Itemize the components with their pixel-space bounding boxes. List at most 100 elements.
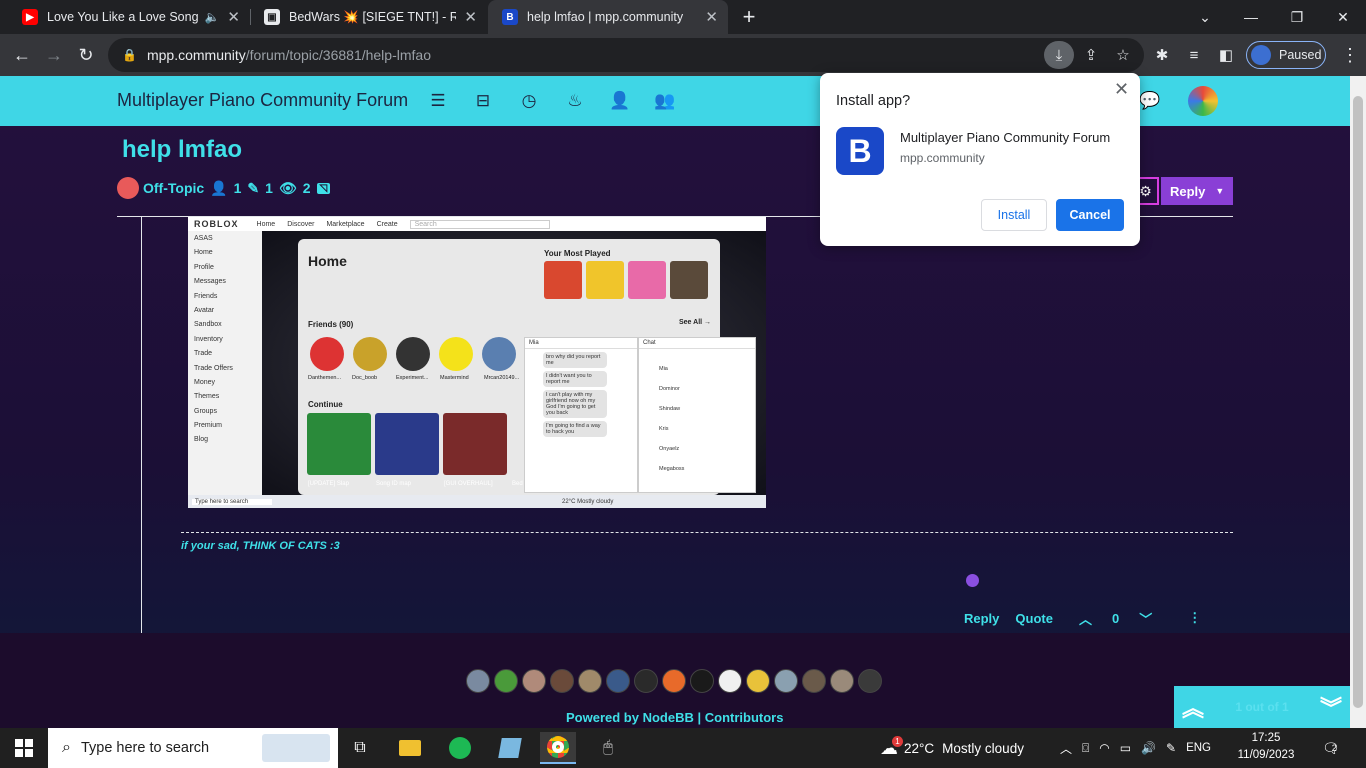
install-button[interactable]: Install — [981, 199, 1047, 231]
avatar[interactable] — [830, 669, 854, 693]
avatar[interactable] — [802, 669, 826, 693]
chat-contact: Dominor — [659, 386, 680, 392]
close-tab-icon[interactable]: ✕ — [227, 8, 240, 26]
avatar[interactable] — [578, 669, 602, 693]
downvote-icon[interactable]: ﹀ — [1139, 609, 1152, 628]
recent-clock-icon[interactable]: ◷ — [517, 89, 541, 113]
chevron-down-icon[interactable]: ⌄ — [1182, 0, 1228, 34]
avatar[interactable] — [550, 669, 574, 693]
tab-youtube[interactable]: ▶ Love You Like a Love Song (S 🔈 ✕ — [8, 0, 250, 34]
avatar[interactable] — [746, 669, 770, 693]
upvote-icon[interactable]: ︿ — [1079, 609, 1092, 628]
post-signature: if your sad, THINK OF CATS :3 — [181, 540, 340, 552]
reload-icon[interactable]: ↻ — [70, 34, 102, 76]
avatar[interactable] — [606, 669, 630, 693]
weather-widget[interactable]: ☁ 1 22°C Mostly cloudy — [880, 728, 1024, 768]
install-app-icon[interactable]: ⤓ — [1044, 41, 1074, 69]
rss-icon[interactable]: ◹ — [316, 182, 331, 194]
avatar[interactable] — [718, 669, 742, 693]
reply-label: Reply — [1170, 183, 1206, 199]
task-view-icon[interactable]: ⧉ — [342, 732, 378, 764]
meet-icon[interactable]: ⌼ — [1082, 741, 1089, 756]
media-control-icon[interactable]: ≡ — [1178, 34, 1210, 76]
post-menu-icon[interactable]: ⋮ — [1188, 610, 1201, 626]
side-panel-icon[interactable]: ◧ — [1210, 34, 1242, 76]
avatar[interactable] — [466, 669, 490, 693]
chat-bubble: I didn't want you to report me — [543, 371, 607, 387]
chevrons-up-icon[interactable]: ︽ — [1182, 691, 1204, 723]
close-tab-icon[interactable]: ✕ — [705, 8, 718, 26]
category-link[interactable]: Off-Topic — [143, 180, 204, 196]
share-icon[interactable]: ⇪ — [1076, 38, 1106, 72]
avatar[interactable] — [494, 669, 518, 693]
sidebar-item: Avatar — [194, 306, 215, 314]
reply-button[interactable]: Reply ▼ — [1161, 177, 1233, 205]
profile-button[interactable]: Paused — [1246, 41, 1326, 69]
post-quote-link[interactable]: Quote — [1015, 611, 1053, 626]
scrollbar-thumb[interactable] — [1353, 96, 1363, 708]
avatar[interactable] — [858, 669, 882, 693]
categories-icon[interactable]: ☰ — [426, 89, 450, 113]
mouse-icon[interactable]: 🖱 — [590, 732, 626, 764]
game-title: [UPDATE] Slap — [308, 481, 349, 487]
post-reply-link[interactable]: Reply — [964, 611, 999, 626]
language-indicator[interactable]: ENG — [1186, 742, 1211, 754]
groups-icon[interactable]: 👥 — [653, 89, 677, 113]
avatar[interactable] — [522, 669, 546, 693]
windows-start-icon[interactable] — [0, 728, 48, 768]
file-explorer-icon[interactable] — [392, 732, 428, 764]
new-tab-icon[interactable]: + — [736, 4, 762, 30]
dialog-title: Install app? — [836, 93, 911, 109]
nav-item: Discover — [287, 220, 315, 228]
pen-icon[interactable]: ✎ — [1166, 741, 1176, 755]
notepad-icon[interactable] — [492, 732, 528, 764]
avatar[interactable] — [690, 669, 714, 693]
restore-icon[interactable]: ❐ — [1274, 0, 1320, 34]
forum-brand[interactable]: Multiplayer Piano Community Forum — [117, 90, 408, 111]
avatar[interactable] — [634, 669, 658, 693]
spotify-icon[interactable] — [442, 732, 478, 764]
notification-icon[interactable]: 🗨 2 — [1322, 728, 1340, 768]
popular-fire-icon[interactable]: ♨ — [563, 89, 587, 113]
chevron-up-icon[interactable]: ︿ — [1060, 740, 1072, 757]
user-avatar[interactable] — [1188, 86, 1218, 116]
minimize-icon[interactable]: — — [1228, 0, 1274, 34]
inbox-icon[interactable]: ⊟ — [471, 89, 495, 113]
back-icon[interactable]: ← — [6, 34, 38, 76]
clock[interactable]: 17:25 11/09/2023 — [1236, 730, 1296, 764]
avatar[interactable] — [774, 669, 798, 693]
close-icon[interactable]: ✕ — [1114, 79, 1129, 100]
cancel-button[interactable]: Cancel — [1056, 199, 1124, 231]
wifi-icon[interactable]: ◠ — [1099, 741, 1109, 755]
contributors-link[interactable]: Contributors — [705, 710, 784, 725]
most-played-title: Your Most Played — [544, 249, 611, 258]
tab-roblox[interactable]: ▣ BedWars 💥 [SIEGE TNT!] - Roblo ✕ — [250, 0, 487, 34]
extensions-icon[interactable]: ✱ — [1146, 34, 1178, 76]
volume-icon[interactable]: 🔊 — [1141, 741, 1156, 755]
game-thumb — [670, 261, 708, 299]
chevrons-down-icon[interactable]: ︾ — [1320, 691, 1342, 723]
forward-icon[interactable]: → — [38, 34, 70, 76]
install-app-dialog: Install app? ✕ B Multiplayer Piano Commu… — [820, 73, 1140, 246]
close-window-icon[interactable]: ✕ — [1320, 0, 1366, 34]
avatar[interactable] — [662, 669, 686, 693]
address-bar[interactable]: 🔒 mpp.community/forum/topic/36881/help-l… — [108, 38, 1144, 72]
reaction-icon[interactable] — [966, 574, 979, 587]
chrome-icon[interactable] — [540, 732, 576, 764]
system-tray: ︿ ⌼ ◠ ▭ 🔊 ✎ ENG — [1060, 728, 1211, 768]
menu-icon[interactable]: ⋮ — [1334, 34, 1366, 76]
tab-mpp[interactable]: B help lmfao | mpp.community ✕ — [488, 0, 728, 34]
battery-icon[interactable]: ▭ — [1120, 741, 1131, 755]
url-host: mpp.community — [146, 47, 246, 63]
chat-icon[interactable]: 💬 — [1138, 89, 1162, 113]
close-tab-icon[interactable]: ✕ — [464, 8, 477, 26]
taskbar-search[interactable]: ⌕ Type here to search — [48, 728, 338, 768]
users-icon[interactable]: 👤 — [608, 89, 632, 113]
post-image[interactable]: ROBLOX Home Discover Marketplace Create … — [188, 217, 766, 508]
nodebb-link[interactable]: Powered by NodeBB — [566, 710, 694, 725]
sidebar-item: Inventory — [194, 335, 223, 343]
speaker-icon[interactable]: 🔈 — [204, 10, 219, 24]
chat-bubble: bro why did you report me — [543, 352, 607, 368]
bookmark-star-icon[interactable]: ☆ — [1108, 38, 1138, 72]
chevron-down-icon[interactable]: ▼ — [1215, 186, 1224, 196]
